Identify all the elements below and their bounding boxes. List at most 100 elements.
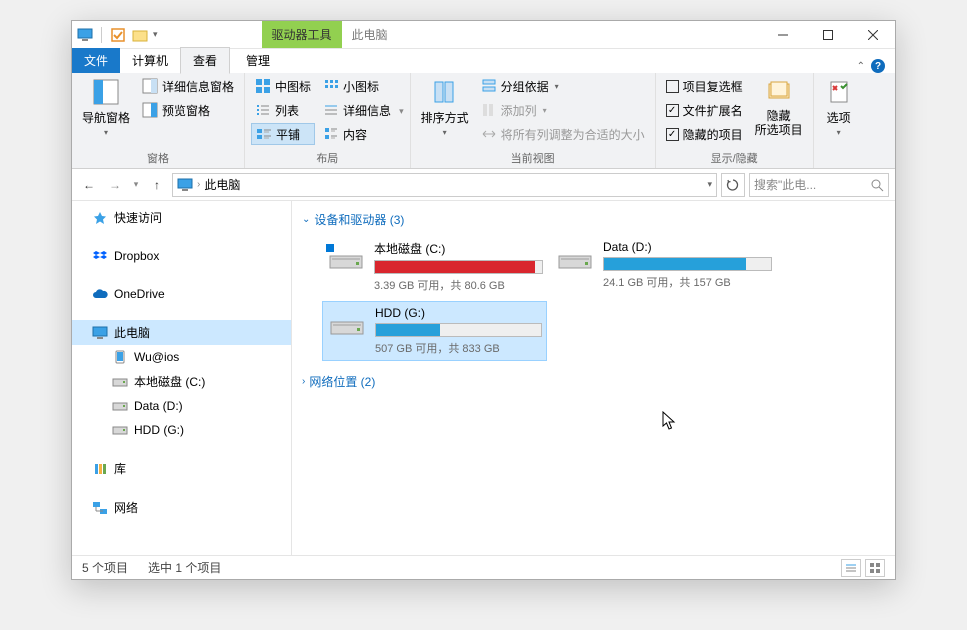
sort-by-button[interactable]: 排序方式 ▾ [417, 75, 473, 148]
detail-pane-icon [142, 78, 158, 94]
checkbox-checked-icon: ✓ [666, 128, 679, 141]
options-button[interactable]: 选项 ▾ [820, 75, 858, 152]
nav-this-pc[interactable]: 此电脑 [72, 320, 291, 345]
close-button[interactable] [850, 21, 895, 48]
large-icons-view-button[interactable] [865, 559, 885, 577]
new-folder-icon[interactable] [131, 26, 149, 44]
monitor-icon[interactable] [76, 26, 94, 44]
up-button[interactable]: ↑ [146, 174, 168, 196]
detail-pane-button[interactable]: 详细信息窗格 [138, 75, 238, 97]
hidden-items-toggle[interactable]: ✓隐藏的项目 [662, 123, 747, 145]
details-icon [323, 102, 339, 118]
group-by-button[interactable]: 分组依据▾ [477, 75, 649, 97]
minimize-button[interactable] [760, 21, 805, 48]
tiles-button[interactable]: 平铺 [251, 123, 315, 145]
chevron-right-icon: › [302, 376, 305, 387]
device-icon [112, 349, 128, 365]
drive-stat: 24.1 GB 可用，共 157 GB [603, 274, 772, 290]
explorer-window: ▾ 驱动器工具 此电脑 文件 计算机 查看 管理 ⌃ ? 导航窗格 [71, 20, 896, 580]
drive-capacity-bar [375, 323, 542, 337]
small-icons-icon [323, 78, 339, 94]
nav-quick-access[interactable]: 快速访问 [72, 205, 291, 230]
library-icon [92, 461, 108, 477]
qat-dropdown-icon[interactable]: ▾ [153, 29, 158, 40]
nav-libraries[interactable]: 库 [72, 456, 291, 481]
content-pane[interactable]: ⌄ 设备和驱动器 (3) 本地磁盘 (C:)3.39 GB 可用，共 80.6 … [292, 201, 895, 555]
file-ext-toggle[interactable]: ✓文件扩展名 [662, 99, 747, 121]
chevron-down-icon: ⌄ [302, 214, 310, 225]
nav-hdd-g[interactable]: HDD (G:) [72, 418, 291, 442]
panes-group-label: 窗格 [78, 148, 238, 168]
preview-pane-button[interactable]: 预览窗格 [138, 99, 238, 121]
list-button[interactable]: 列表 [251, 99, 315, 121]
status-bar: 5 个项目 选中 1 个项目 [72, 555, 895, 579]
nav-pane-icon [91, 77, 121, 107]
tab-manage[interactable]: 管理 [234, 48, 282, 73]
drive-icon [555, 240, 595, 293]
details-button[interactable]: 详细信息 [319, 99, 395, 121]
drive-tile[interactable]: HDD (G:)507 GB 可用，共 833 GB [322, 301, 547, 361]
cursor-icon [662, 411, 678, 431]
refresh-button[interactable] [721, 173, 745, 197]
nav-local-disk-c[interactable]: 本地磁盘 (C:) [72, 369, 291, 394]
tab-computer[interactable]: 计算机 [120, 48, 180, 73]
title-bar: ▾ 驱动器工具 此电脑 [72, 21, 895, 49]
tab-view[interactable]: 查看 [180, 47, 230, 74]
forward-button[interactable]: → [104, 174, 126, 196]
nav-onedrive[interactable]: OneDrive [72, 282, 291, 306]
address-bar: ← → ▾ ↑ › 此电脑 ▾ 搜索"此电... [72, 169, 895, 201]
collapse-ribbon-icon[interactable]: ⌃ [857, 61, 865, 72]
search-placeholder: 搜索"此电... [754, 176, 816, 193]
sort-icon [430, 77, 460, 107]
show-hide-group-label: 显示/隐藏 [662, 148, 807, 168]
recent-dropdown[interactable]: ▾ [130, 174, 142, 196]
group-icon [481, 78, 497, 94]
nav-wu-ios[interactable]: Wu@ios [72, 345, 291, 369]
drive-capacity-bar [374, 260, 543, 274]
small-icons-button[interactable]: 小图标 [319, 75, 395, 97]
drive-tile[interactable]: 本地磁盘 (C:)3.39 GB 可用，共 80.6 GB [322, 236, 547, 297]
navigation-pane[interactable]: 快速访问 Dropbox OneDrive 此电脑 Wu@ios 本地磁盘 (C… [72, 201, 292, 555]
item-checkboxes-toggle[interactable]: 项目复选框 [662, 75, 747, 97]
help-icon[interactable]: ? [871, 59, 885, 73]
address-dropdown-icon[interactable]: ▾ [707, 179, 712, 190]
address-input[interactable]: › 此电脑 ▾ [172, 173, 717, 197]
breadcrumb-segment[interactable]: 此电脑 [204, 176, 240, 193]
search-input[interactable]: 搜索"此电... [749, 173, 889, 197]
explorer-body: 快速访问 Dropbox OneDrive 此电脑 Wu@ios 本地磁盘 (C… [72, 201, 895, 555]
window-controls [760, 21, 895, 48]
nav-network[interactable]: 网络 [72, 495, 291, 520]
drive-tile[interactable]: Data (D:)24.1 GB 可用，共 157 GB [551, 236, 776, 297]
size-columns-button[interactable]: 将所有列调整为合适的大小 [477, 123, 649, 145]
add-columns-button[interactable]: 添加列▾ [477, 99, 649, 121]
content-button[interactable]: 内容 [319, 123, 395, 145]
drive-stat: 507 GB 可用，共 833 GB [375, 340, 542, 356]
content-icon [323, 126, 339, 142]
nav-pane-label: 导航窗格 [82, 109, 130, 126]
monitor-icon [177, 178, 193, 192]
back-button[interactable]: ← [78, 174, 100, 196]
hide-icon [764, 77, 794, 107]
hide-selected-button[interactable]: 隐藏 所选项目 [751, 75, 807, 148]
nav-pane-button[interactable]: 导航窗格 ▾ [78, 75, 134, 148]
drives-list: 本地磁盘 (C:)3.39 GB 可用，共 80.6 GBData (D:)24… [302, 232, 885, 369]
tab-file[interactable]: 文件 [72, 48, 120, 73]
checkbox-icon[interactable] [109, 26, 127, 44]
drive-icon [112, 374, 128, 390]
medium-icons-button[interactable]: 中图标 [251, 75, 315, 97]
layout-more-icon[interactable]: ▾ [399, 106, 404, 117]
checkbox-empty-icon [666, 80, 679, 93]
details-view-button[interactable] [841, 559, 861, 577]
drive-icon [327, 306, 367, 356]
group-header-devices[interactable]: ⌄ 设备和驱动器 (3) [302, 207, 885, 232]
ribbon-group-show-hide: 项目复选框 ✓文件扩展名 ✓隐藏的项目 隐藏 所选项目 显示/隐藏 [656, 73, 814, 168]
drive-icon [112, 398, 128, 414]
ribbon-tabs: 文件 计算机 查看 管理 ⌃ ? [72, 49, 895, 73]
nav-data-d[interactable]: Data (D:) [72, 394, 291, 418]
group-header-network[interactable]: › 网络位置 (2) [302, 369, 885, 394]
maximize-button[interactable] [805, 21, 850, 48]
quick-access-toolbar: ▾ [72, 21, 162, 48]
chevron-right-icon[interactable]: › [197, 179, 200, 190]
nav-dropbox[interactable]: Dropbox [72, 244, 291, 268]
drive-name: 本地磁盘 (C:) [374, 240, 543, 257]
